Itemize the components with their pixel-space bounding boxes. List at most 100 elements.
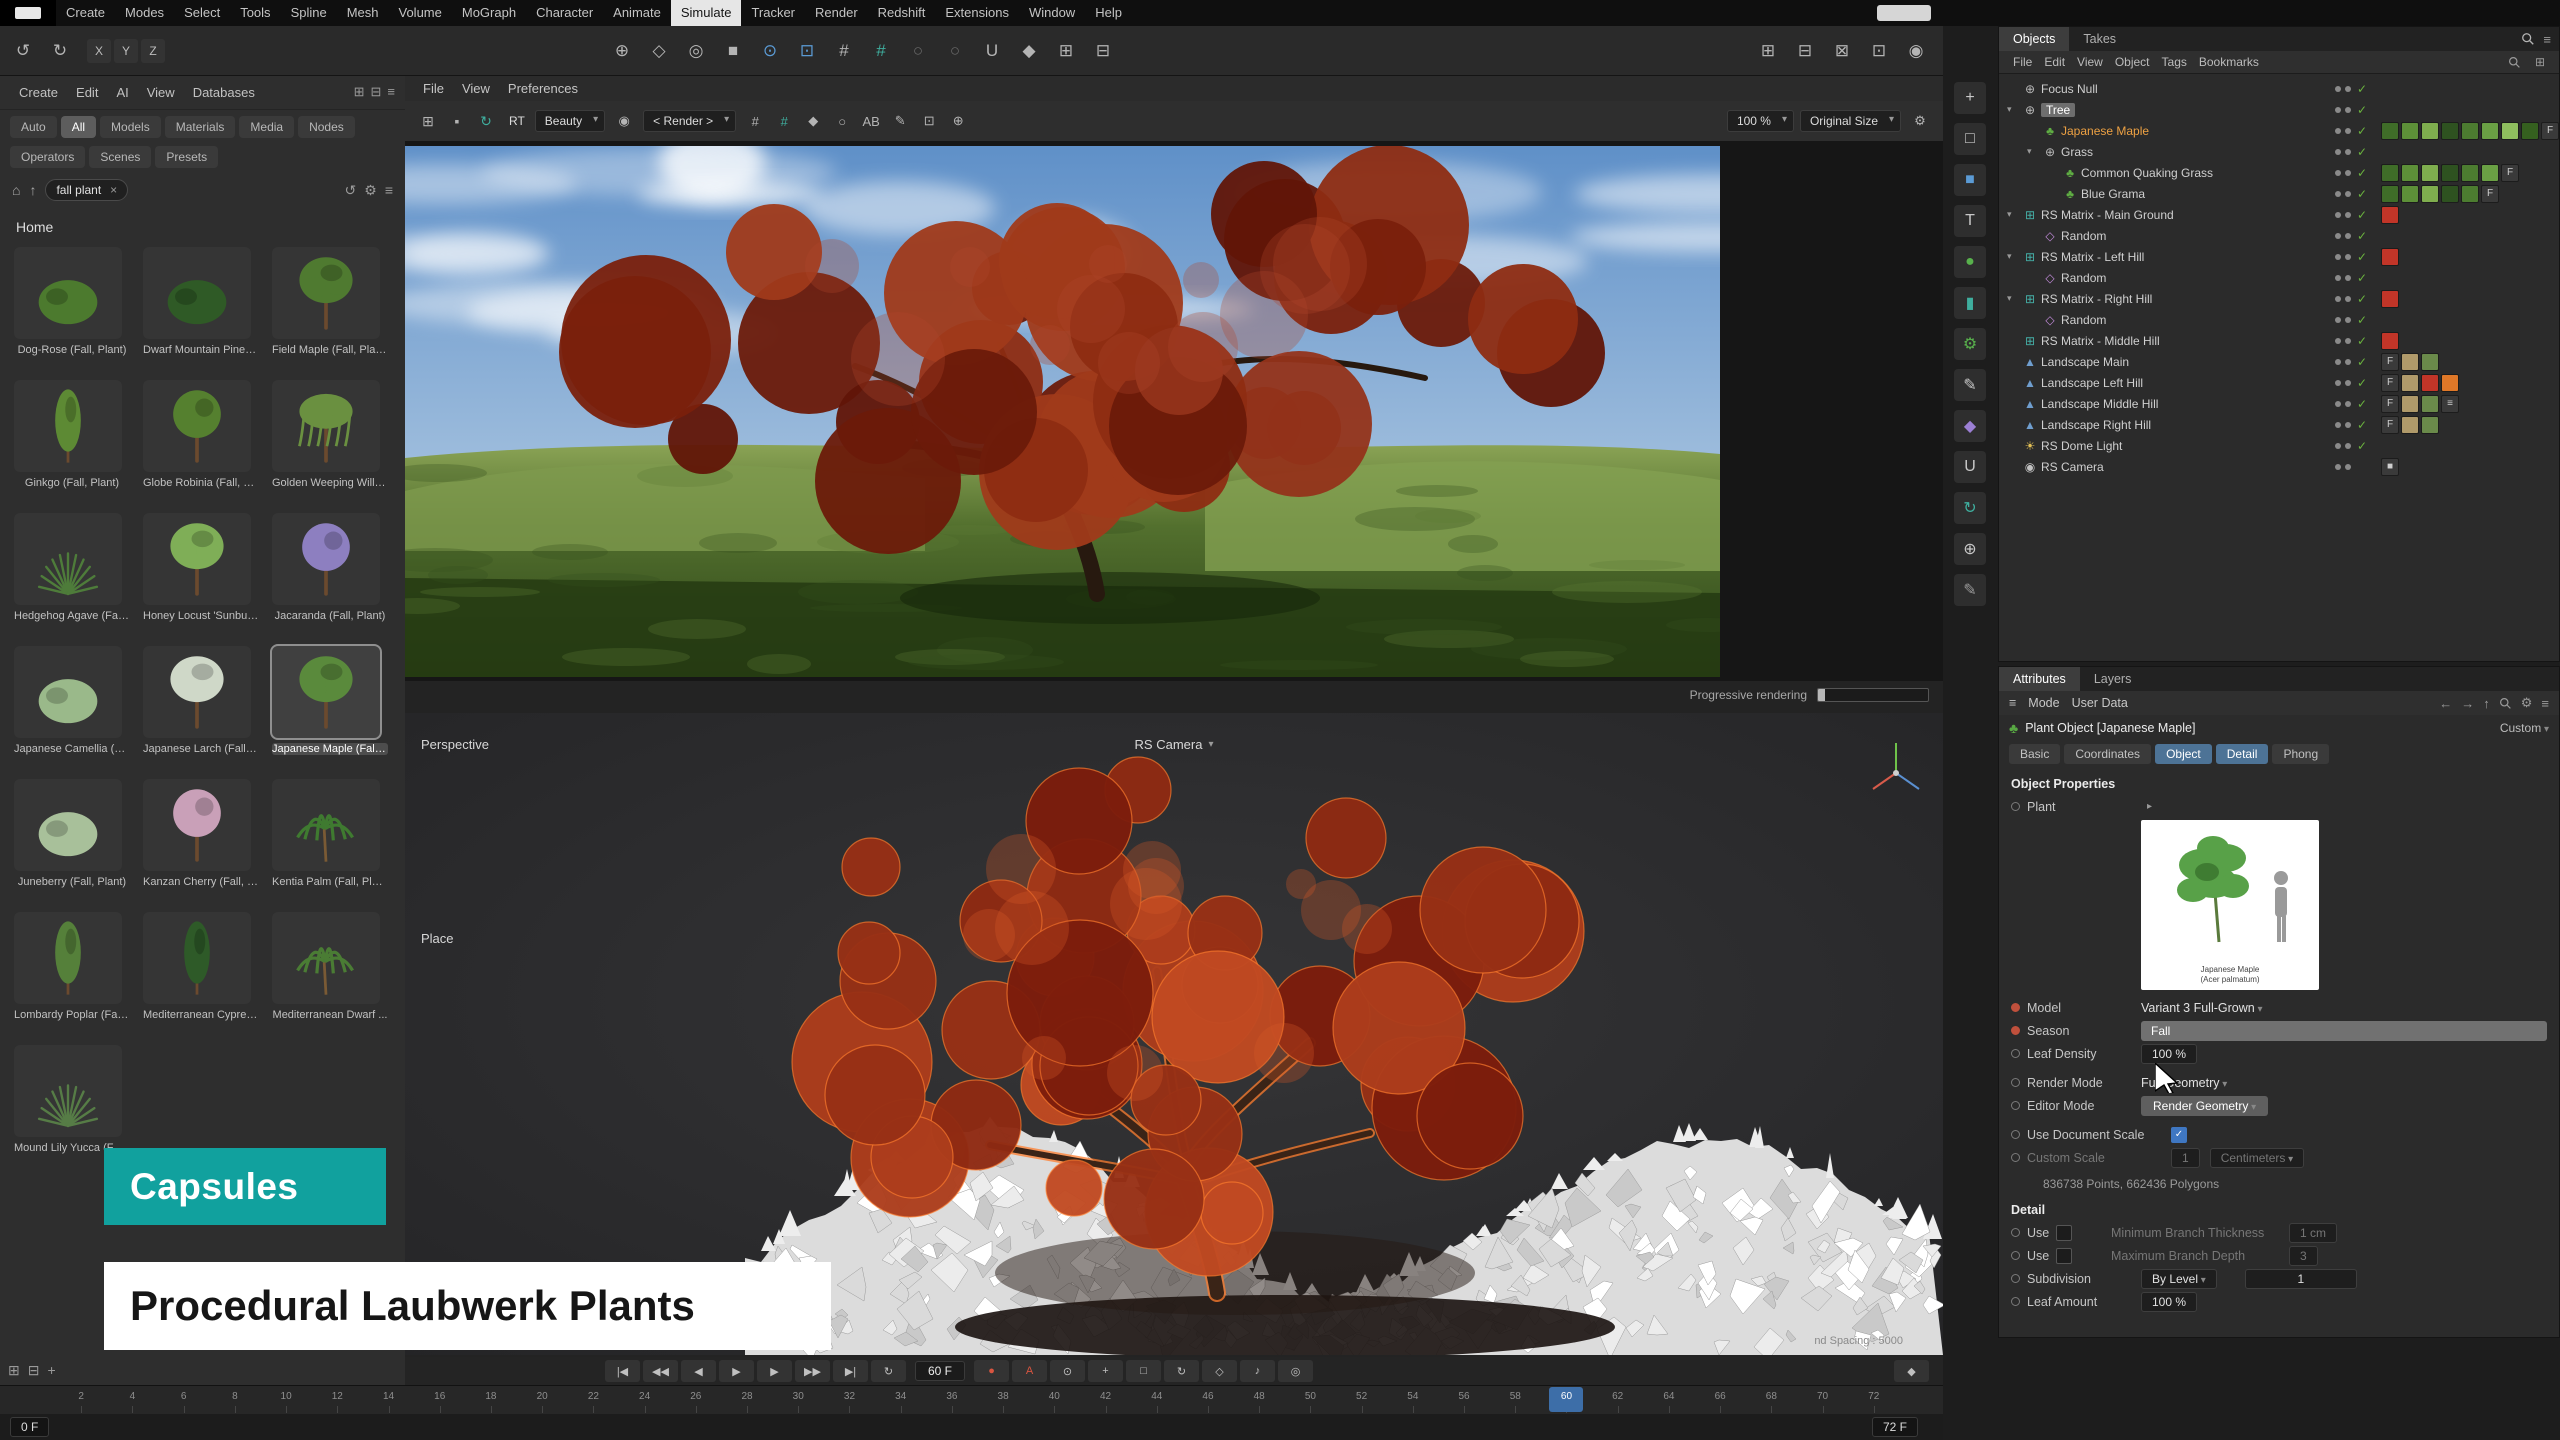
material-chip[interactable] [2481,122,2499,140]
expander-icon[interactable]: ▾ [2007,251,2021,262]
object-name[interactable]: Landscape Right Hill [2041,418,2151,432]
size-dropdown[interactable]: Original Size [1800,110,1901,132]
expand-timeline-button[interactable]: ◆ [1894,1360,1929,1382]
tool-icon[interactable]: ▮ [1954,287,1986,319]
keyframe-button[interactable]: ⊙ [1050,1360,1085,1382]
keyframe-dot[interactable] [2011,1003,2020,1012]
visibility-toggles[interactable] [2335,464,2351,470]
asset-item[interactable]: Globe Robinia (Fall, Pl... [143,380,259,489]
object-name[interactable]: RS Dome Light [2041,439,2122,453]
asset-menu-item[interactable]: Edit [67,85,107,100]
object-name[interactable]: RS Matrix - Left Hill [2041,250,2144,264]
active-camera-label[interactable]: RS Camera ▾ [1135,737,1214,752]
object-tree-row[interactable]: ▾⊞RS Matrix - Right Hill✓ [1999,288,2559,309]
object-name[interactable]: Random [2061,229,2106,243]
autokey-button[interactable]: A [1012,1360,1047,1382]
render-toolbar-icon[interactable]: AB [858,108,884,134]
panel-menu-icon[interactable]: ≡ [2541,696,2549,711]
enabled-check-icon[interactable]: ✓ [2357,187,2367,201]
asset-item[interactable]: Field Maple (Fall, Plant) [272,247,388,356]
tool-icon[interactable]: ● [1954,246,1986,278]
anim-dot[interactable] [2011,1101,2020,1110]
selection-tag[interactable] [2441,374,2459,392]
render-pass-dropdown[interactable]: Beauty [535,110,605,132]
mode-tab[interactable]: Mode [2028,696,2059,710]
parameter-key-button[interactable]: ◇ [1202,1360,1237,1382]
search-icon[interactable] [2508,56,2521,69]
leaf-density-input[interactable]: 100 % [2141,1044,2197,1064]
menu-item[interactable]: Spline [281,0,337,26]
subdivision-mode-dropdown[interactable]: By Level [2141,1269,2217,1289]
toolbar-icon[interactable]: ↻ [43,34,77,68]
enabled-check-icon[interactable]: ✓ [2357,418,2367,432]
toolbar-icon[interactable]: ○ [901,34,935,68]
menu-item[interactable]: Character [526,0,603,26]
toolbar-icon[interactable]: ↺ [6,34,40,68]
panel-menu-icon[interactable]: ≡ [2543,32,2551,47]
tool-icon[interactable]: ⊕ [1954,533,1986,565]
render-view-menu-item[interactable]: Preferences [500,81,586,96]
object-menu-item[interactable]: File [2007,55,2038,69]
layout-icon[interactable]: ◉ [1899,34,1933,68]
timeline-ruler[interactable]: 2468101214161820222426283032343638404244… [0,1386,1943,1414]
object-menu-item[interactable]: Tags [2156,55,2193,69]
toolbar-icon[interactable]: U [975,34,1009,68]
render-toolbar-icon[interactable]: ⊡ [916,108,942,134]
material-chip[interactable] [2521,122,2539,140]
redshift-cube-tag[interactable] [2381,332,2399,350]
toolbar-icon[interactable]: ◆ [1012,34,1046,68]
object-tree-row[interactable]: ◇Random✓ [1999,309,2559,330]
browser-menu-icon[interactable]: ≡ [385,182,393,199]
render-toolbar-icon[interactable]: ⊞ [415,108,441,134]
asset-filter-tab[interactable]: Materials [165,116,236,138]
object-menu-item[interactable]: Edit [2038,55,2071,69]
render-toolbar-icon[interactable]: ○ [829,108,855,134]
visibility-toggles[interactable] [2335,338,2351,344]
flag-tag[interactable]: F [2381,416,2399,434]
object-tree-row[interactable]: ▲Landscape Middle Hill✓F≡ [1999,393,2559,414]
object-tree-row[interactable]: ▲Landscape Right Hill✓F [1999,414,2559,435]
asset-item[interactable]: Golden Weeping Willo... [272,380,388,489]
menu-item[interactable]: Modes [115,0,174,26]
attribute-tab[interactable]: Phong [2272,744,2329,764]
panel-tab[interactable]: Takes [2069,27,2130,51]
enabled-check-icon[interactable]: ✓ [2357,271,2367,285]
add-icon[interactable]: + [47,1362,55,1379]
render-toolbar-icon[interactable]: ↻ [473,108,499,134]
perspective-viewport[interactable]: Perspective RS Camera ▾ Place nd Spacing… [405,713,1943,1355]
anim-dot[interactable] [2011,1297,2020,1306]
asset-filter-tab[interactable]: Nodes [298,116,355,138]
asset-filter-tab[interactable]: All [61,116,96,138]
toolbar-icon[interactable]: ◇ [642,34,676,68]
object-name[interactable]: Landscape Main [2041,355,2129,369]
toolbar-icon[interactable]: ⊕ [605,34,639,68]
texture-tag[interactable] [2401,416,2419,434]
redshift-cube-tag[interactable] [2381,248,2399,266]
layout-icon[interactable]: ⊡ [1862,34,1896,68]
panel-tab[interactable]: Objects [1999,27,2069,51]
range-end-field[interactable]: 72 F [1872,1417,1918,1437]
camera-tag[interactable]: ■ [2381,458,2399,476]
anim-dot[interactable] [2011,1274,2020,1283]
season-dropdown[interactable]: Fall [2141,1021,2547,1041]
visibility-toggles[interactable] [2335,128,2351,134]
texture-tag[interactable] [2421,416,2439,434]
object-name[interactable]: RS Matrix - Main Ground [2041,208,2174,222]
asset-item[interactable]: Mound Lily Yucca (Fall... [14,1045,130,1154]
object-tree-row[interactable]: ♣Common Quaking Grass✓F [1999,162,2559,183]
gear-icon[interactable]: ⚙ [2521,695,2533,711]
tool-icon[interactable]: ↻ [1954,492,1986,524]
forward-arrow-icon[interactable]: → [2461,696,2474,711]
visibility-toggles[interactable] [2335,443,2351,449]
flag-tag[interactable]: F [2541,122,2559,140]
visibility-toggles[interactable] [2335,170,2351,176]
layout-icon[interactable]: ⊞ [1751,34,1785,68]
layout-switch-icon[interactable] [1877,5,1931,21]
axis-lock-button[interactable]: X [87,39,111,63]
enabled-check-icon[interactable]: ✓ [2357,397,2367,411]
asset-item[interactable]: Japanese Camellia (Fal... [14,646,130,755]
enabled-check-icon[interactable]: ✓ [2357,229,2367,243]
menu-item[interactable]: Mesh [337,0,389,26]
asset-type-tab[interactable]: Presets [155,146,218,168]
visibility-toggles[interactable] [2335,149,2351,155]
